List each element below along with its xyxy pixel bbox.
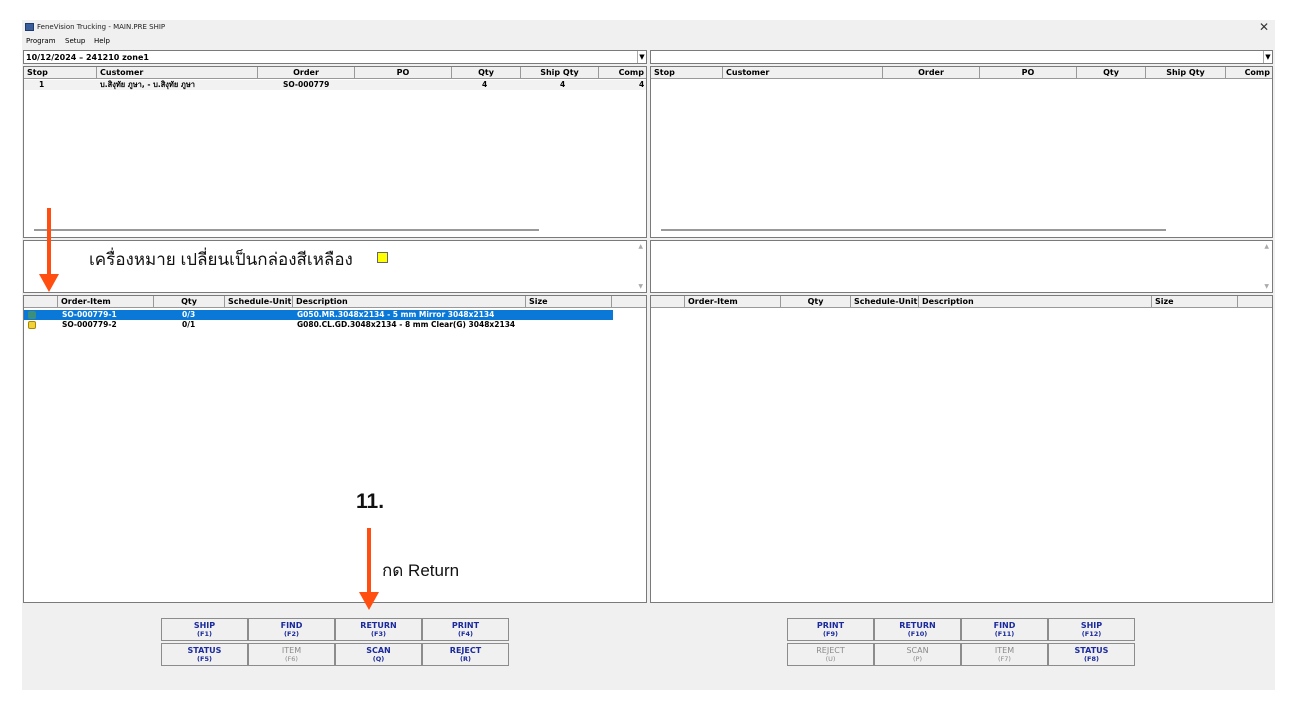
- table-row[interactable]: SO-000779-2 0/1 G080.CL.GD.3048x2134 - 8…: [24, 320, 613, 330]
- window-title: FeneVision Trucking - MAIN.PRE SHIP: [37, 23, 166, 31]
- col-qty[interactable]: Qty: [781, 296, 851, 308]
- col-icon: [651, 296, 685, 308]
- print-button[interactable]: PRINT (F4): [422, 618, 509, 641]
- right-status-button[interactable]: STATUS (F8): [1048, 643, 1135, 666]
- left-items-grid[interactable]: Order-Item Qty Schedule-Unit Description…: [23, 295, 647, 603]
- right-stops-grid[interactable]: Stop Customer Order PO Qty Ship Qty Comp: [650, 66, 1273, 238]
- cell-order: SO-000779: [283, 80, 330, 89]
- scroll-up-icon[interactable]: ▲: [1264, 243, 1269, 250]
- title-bar: FeneVision Trucking - MAIN.PRE SHIP ✕: [22, 20, 1275, 35]
- step-number: 11.: [356, 490, 385, 513]
- grid-header: Order-Item Qty Schedule-Unit Description…: [651, 296, 1272, 308]
- cell-stop: 1: [39, 80, 45, 89]
- col-extra: [1238, 296, 1272, 308]
- app-icon: [25, 23, 34, 31]
- col-comp[interactable]: Comp: [599, 67, 646, 79]
- cell-ship-qty: 4: [560, 80, 566, 89]
- scroll-up-icon[interactable]: ▲: [638, 243, 643, 250]
- col-stop[interactable]: Stop: [24, 67, 97, 79]
- right-scan-button[interactable]: SCAN (P): [874, 643, 961, 666]
- step-note: กด Return: [382, 561, 460, 580]
- col-comp[interactable]: Comp: [1226, 67, 1272, 79]
- right-item-button[interactable]: ITEM (F7): [961, 643, 1048, 666]
- pallet-icon: [28, 311, 36, 319]
- menu-help[interactable]: Help: [94, 37, 110, 45]
- left-truck-select[interactable]: 10/12/2024 – 241210 zone1 ▼: [23, 50, 647, 64]
- annotation-arrow-shaft: [367, 528, 371, 594]
- ship-button[interactable]: SHIP (F1): [161, 618, 248, 641]
- horizontal-scrollbar[interactable]: [661, 229, 1166, 231]
- col-schedule-unit[interactable]: Schedule-Unit: [851, 296, 919, 308]
- menu-bar: Program Setup Help: [22, 35, 1275, 47]
- yellow-box-icon: [377, 252, 388, 263]
- col-order-item[interactable]: Order-Item: [685, 296, 781, 308]
- right-reject-button[interactable]: REJECT (U): [787, 643, 874, 666]
- scroll-down-icon[interactable]: ▼: [1264, 283, 1269, 290]
- scroll-down-icon[interactable]: ▼: [638, 283, 643, 290]
- status-button[interactable]: STATUS (F5): [161, 643, 248, 666]
- find-button[interactable]: FIND (F2): [248, 618, 335, 641]
- annotation-arrow-shaft: [47, 208, 51, 276]
- menu-setup[interactable]: Setup: [65, 37, 85, 45]
- col-qty[interactable]: Qty: [154, 296, 225, 308]
- col-ship-qty[interactable]: Ship Qty: [521, 67, 599, 79]
- marker-note: เครื่องหมาย เปลี่ยนเป็นกล่องสีเหลือง: [89, 250, 353, 269]
- col-customer[interactable]: Customer: [723, 67, 883, 79]
- col-size[interactable]: Size: [526, 296, 612, 308]
- cell-comp: 4: [639, 80, 645, 89]
- cell-description: G050.MR.3048x2134 - 5 mm Mirror 3048x213…: [297, 310, 495, 319]
- right-return-button[interactable]: RETURN (F10): [874, 618, 961, 641]
- cell-order-item: SO-000779-2: [62, 320, 117, 329]
- cell-order-item: SO-000779-1: [62, 310, 117, 319]
- right-notes-pane[interactable]: ▲ ▼: [650, 240, 1273, 293]
- col-order[interactable]: Order: [258, 67, 355, 79]
- chevron-down-icon[interactable]: ▼: [637, 51, 646, 63]
- return-button[interactable]: RETURN (F3): [335, 618, 422, 641]
- box-icon: [28, 321, 36, 329]
- col-qty[interactable]: Qty: [1077, 67, 1146, 79]
- cell-qty: 4: [482, 80, 488, 89]
- cell-customer: บ.สิงุทัย ภูษา, - บ.สิงุทัย ภูษา: [100, 80, 195, 89]
- chevron-down-icon[interactable]: ▼: [1263, 51, 1272, 63]
- col-order-item[interactable]: Order-Item: [58, 296, 154, 308]
- cell-qty: 0/1: [182, 320, 196, 329]
- col-extra: [612, 296, 646, 308]
- col-customer[interactable]: Customer: [97, 67, 258, 79]
- col-schedule-unit[interactable]: Schedule-Unit: [225, 296, 293, 308]
- app-window: FeneVision Trucking - MAIN.PRE SHIP ✕ Pr…: [22, 20, 1275, 690]
- grid-header: Stop Customer Order PO Qty Ship Qty Comp: [651, 67, 1272, 79]
- col-ship-qty[interactable]: Ship Qty: [1146, 67, 1226, 79]
- reject-button[interactable]: REJECT (R): [422, 643, 509, 666]
- right-find-button[interactable]: FIND (F11): [961, 618, 1048, 641]
- table-row-selected[interactable]: SO-000779-1 0/3 G050.MR.3048x2134 - 5 mm…: [24, 310, 613, 320]
- horizontal-scrollbar[interactable]: [34, 229, 539, 231]
- col-qty[interactable]: Qty: [452, 67, 521, 79]
- right-truck-select[interactable]: ▼: [650, 50, 1273, 64]
- grid-header: Order-Item Qty Schedule-Unit Description…: [24, 296, 646, 308]
- col-size[interactable]: Size: [1152, 296, 1238, 308]
- col-stop[interactable]: Stop: [651, 67, 723, 79]
- item-button[interactable]: ITEM (F6): [248, 643, 335, 666]
- right-print-button[interactable]: PRINT (F9): [787, 618, 874, 641]
- right-ship-button[interactable]: SHIP (F12): [1048, 618, 1135, 641]
- left-stops-grid[interactable]: Stop Customer Order PO Qty Ship Qty Comp…: [23, 66, 647, 238]
- col-description[interactable]: Description: [293, 296, 526, 308]
- close-icon[interactable]: ✕: [1259, 20, 1269, 34]
- cell-qty: 0/3: [182, 310, 196, 319]
- left-truck-select-value: 10/12/2024 – 241210 zone1: [26, 53, 149, 62]
- col-description[interactable]: Description: [919, 296, 1152, 308]
- table-row[interactable]: 1 บ.สิงุทัย ภูษา, - บ.สิงุทัย ภูษา SO-00…: [24, 80, 646, 90]
- right-items-grid[interactable]: Order-Item Qty Schedule-Unit Description…: [650, 295, 1273, 603]
- col-po[interactable]: PO: [980, 67, 1077, 79]
- col-icon: [24, 296, 58, 308]
- col-order[interactable]: Order: [883, 67, 980, 79]
- annotation-arrow-head: [39, 274, 59, 292]
- scan-button[interactable]: SCAN (Q): [335, 643, 422, 666]
- menu-program[interactable]: Program: [26, 37, 56, 45]
- cell-description: G080.CL.GD.3048x2134 - 8 mm Clear(G) 304…: [297, 320, 516, 329]
- col-po[interactable]: PO: [355, 67, 452, 79]
- grid-header: Stop Customer Order PO Qty Ship Qty Comp: [24, 67, 646, 79]
- annotation-arrow-head: [359, 592, 379, 610]
